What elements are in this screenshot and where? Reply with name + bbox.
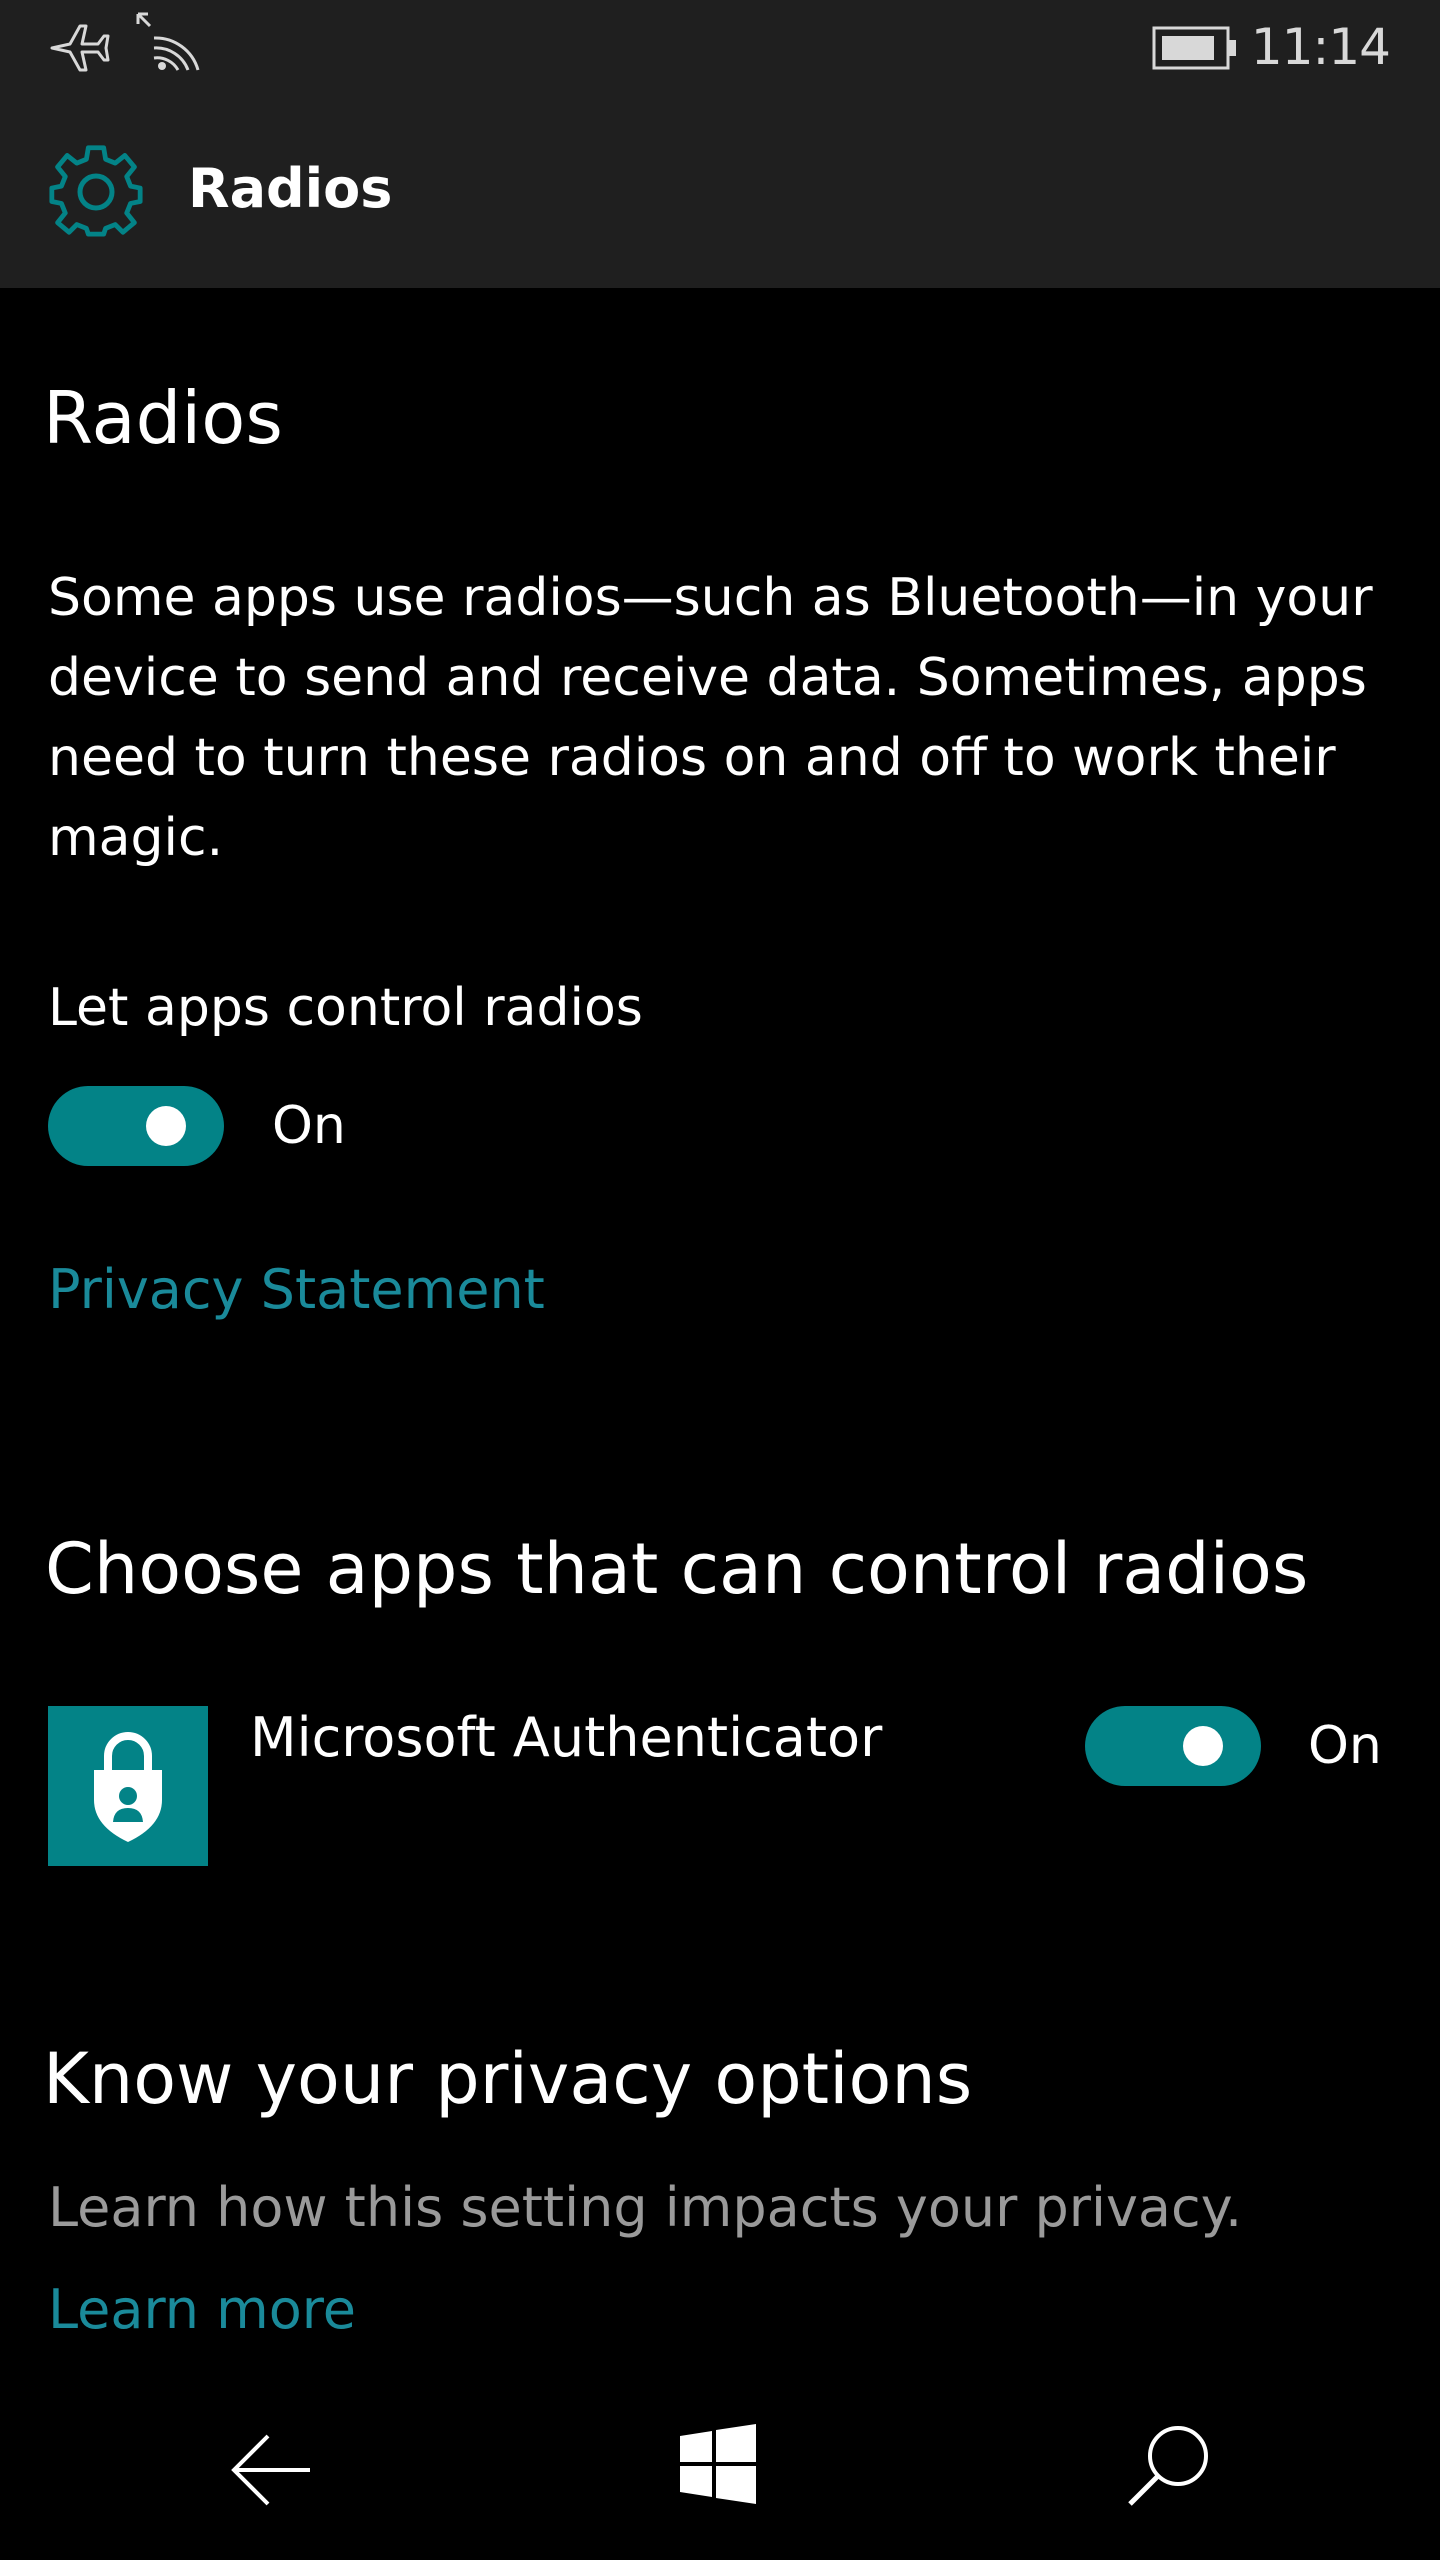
authenticator-toggle[interactable] xyxy=(1085,1706,1261,1786)
battery-icon xyxy=(1152,26,1238,74)
status-time: 11:14 xyxy=(1250,18,1391,76)
privacy-options-heading: Know your privacy options xyxy=(43,2038,973,2120)
app-title-bar: Radios xyxy=(0,95,1440,288)
wifi-icon xyxy=(134,10,206,80)
authenticator-app-name: Microsoft Authenticator xyxy=(250,1706,883,1769)
radios-description: Some apps use radios—such as Bluetooth—i… xyxy=(48,568,1373,868)
section-heading-radios: Radios xyxy=(43,376,283,460)
navigation-bar xyxy=(0,2390,1440,2560)
authenticator-toggle-state: On xyxy=(1308,1716,1382,1776)
privacy-statement-link[interactable]: Privacy Statement xyxy=(48,1258,545,1321)
airplane-mode-icon xyxy=(48,20,112,80)
status-bar: 11:14 xyxy=(0,0,1440,95)
let-apps-control-label: Let apps control radios xyxy=(48,978,643,1038)
let-apps-control-toggle[interactable] xyxy=(48,1086,224,1166)
authenticator-app-tile xyxy=(48,1706,208,1866)
toggle-knob xyxy=(146,1106,186,1146)
gear-icon xyxy=(48,142,144,242)
apps-section-heading: Choose apps that can control radios xyxy=(45,1528,1309,1610)
page-title: Radios xyxy=(188,157,393,220)
search-icon[interactable] xyxy=(1124,2420,1214,2514)
let-apps-control-state: On xyxy=(272,1096,346,1156)
privacy-options-text: Learn how this setting impacts your priv… xyxy=(48,2176,1243,2239)
windows-start-icon[interactable] xyxy=(678,2424,758,2508)
back-icon[interactable] xyxy=(228,2430,314,2514)
toggle-knob xyxy=(1183,1726,1223,1766)
learn-more-link[interactable]: Learn more xyxy=(48,2278,356,2341)
authenticator-lock-icon xyxy=(80,1726,176,1850)
